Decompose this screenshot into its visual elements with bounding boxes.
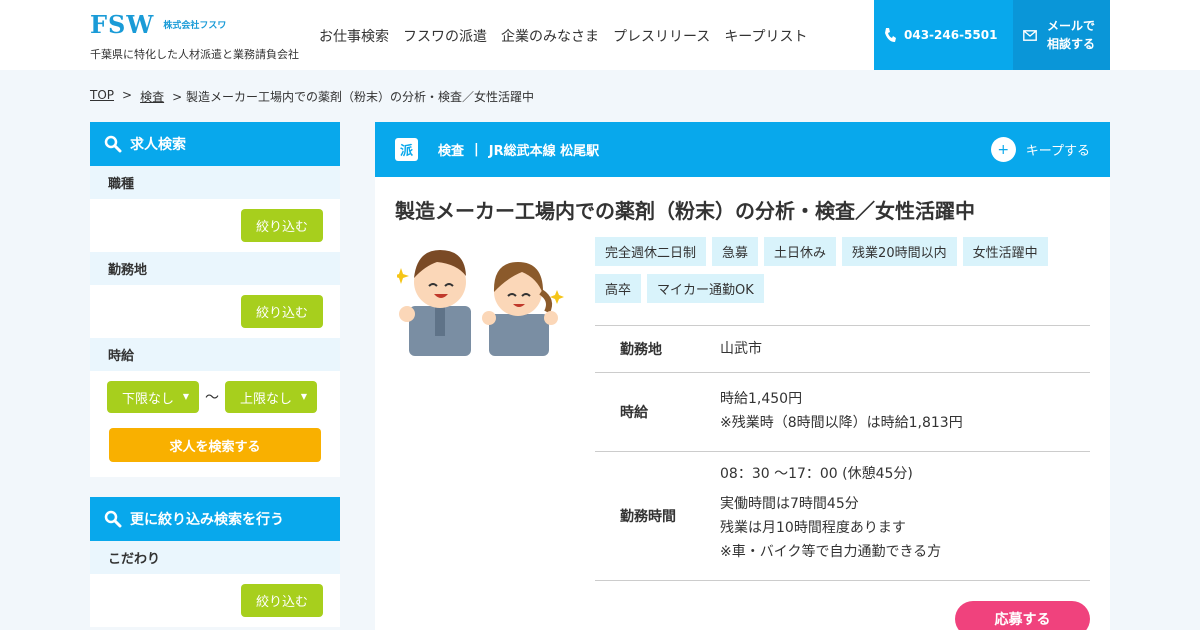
wage-min-value: 下限なし <box>122 391 175 407</box>
job-tags: 完全週休二日制 急募 土日休み 残業20時間以内 女性活躍中 高卒 マイカー通勤… <box>595 237 1065 303</box>
job-search-title: 求人検索 <box>130 137 186 153</box>
search-icon <box>104 510 122 528</box>
nav-fusuwa-haken[interactable]: フスワの派遣 <box>403 26 487 46</box>
logo-tagline: 千葉県に特化した人材派遣と業務請負会社 <box>90 48 299 61</box>
kodawari-row: 絞り込む <box>90 574 340 627</box>
info-row-location: 勤務地 山武市 <box>595 326 1090 373</box>
job-card: 派 検査 | JR総武本線 松尾駅 + キープする 製造メーカー工場内での薬剤（… <box>375 122 1110 630</box>
breadcrumb: TOP > 検査 > 製造メーカー工場内での薬剤（粉末）の分析・検査／女性活躍中 <box>90 88 534 105</box>
global-nav: お仕事検索 フスワの派遣 企業のみなさま プレスリリース キープリスト <box>319 26 807 46</box>
job-tag: 女性活躍中 <box>962 237 1048 266</box>
wage-min-select[interactable]: 下限なし ▼ <box>107 381 199 413</box>
job-type-narrow-button[interactable]: 絞り込む <box>241 209 323 242</box>
job-category: 検査 <box>438 144 465 159</box>
header-mail-line1: メールで <box>1047 19 1096 33</box>
info-key-location: 勤務地 <box>620 342 662 358</box>
logo[interactable]: FSW 株式会社フスワ <box>90 10 226 39</box>
hours-line: ※車・バイク等で自力通勤できる方 <box>720 544 942 560</box>
nav-keep-list[interactable]: キープリスト <box>724 26 807 46</box>
job-header-separator: | <box>474 142 479 157</box>
range-tilde: 〜 <box>205 390 219 406</box>
breadcrumb-category[interactable]: 検査 <box>140 88 164 105</box>
wage-label: 時給 <box>90 338 340 371</box>
job-search-panel: 求人検索 職種 絞り込む 勤務地 絞り込む 時給 下限なし ▼ 〜 上限なし ▼… <box>90 122 340 477</box>
nav-job-search[interactable]: お仕事検索 <box>319 26 389 46</box>
kodawari-narrow-button[interactable]: 絞り込む <box>241 584 323 617</box>
refine-search-title: 更に絞り込み検索を行う <box>130 512 284 528</box>
job-tag: 完全週休二日制 <box>595 237 707 266</box>
info-key-hours: 勤務時間 <box>620 509 676 525</box>
keep-label: キープする <box>1025 144 1090 159</box>
location-label: 勤務地 <box>90 252 340 285</box>
keep-button[interactable]: + キープする <box>990 137 1090 162</box>
job-tag: 土日休み <box>764 237 837 266</box>
header-tel-number: 043-246-5501 <box>904 28 998 42</box>
logo-mark: FSW <box>90 10 155 39</box>
breadcrumb-top[interactable]: TOP <box>90 88 114 105</box>
breadcrumb-current: > 製造メーカー工場内での薬剤（粉末）の分析・検査／女性活躍中 <box>172 90 534 104</box>
plus-icon: + <box>990 137 1016 162</box>
workers-illustration <box>397 250 564 356</box>
job-type-row: 絞り込む <box>90 199 340 252</box>
apply-button[interactable]: 応募する <box>955 601 1090 630</box>
info-row-wage: 時給 時給1,450円 ※残業時（8時間以降）は時給1,813円 <box>595 373 1090 452</box>
phone-icon <box>885 28 896 42</box>
info-key-wage: 時給 <box>620 405 648 421</box>
nav-press-release[interactable]: プレスリリース <box>613 26 710 46</box>
logo-company-name: 株式会社フスワ <box>163 21 227 31</box>
refine-search-panel: 更に絞り込み検索を行う こだわり 絞り込む <box>90 497 340 627</box>
site-header: FSW 株式会社フスワ 千葉県に特化した人材派遣と業務請負会社 お仕事検索 フス… <box>0 0 1200 70</box>
info-val-wage: 時給1,450円 ※残業時（8時間以降）は時給1,813円 <box>720 373 1090 451</box>
wage-max-value: 上限なし <box>240 391 293 407</box>
job-tag: マイカー通勤OK <box>647 274 764 303</box>
search-jobs-button[interactable]: 求人を検索する <box>109 428 321 462</box>
location-row: 絞り込む <box>90 285 340 338</box>
job-info-table: 勤務地 山武市 時給 時給1,450円 ※残業時（8時間以降）は時給1,813円… <box>595 325 1090 581</box>
search-icon <box>104 135 122 153</box>
info-row-hours: 勤務時間 08：30 〜17：00 (休憩45分) 実働時間は7時間45分 残業… <box>595 452 1090 581</box>
wage-line: ※残業時（8時間以降）は時給1,813円 <box>720 415 963 431</box>
job-title: 製造メーカー工場内での薬剤（粉末）の分析・検査／女性活躍中 <box>395 199 975 223</box>
header-mail-button[interactable]: メールで 相談する <box>1013 0 1110 70</box>
hours-line: 残業は月10時間程度あります <box>720 520 906 536</box>
location-narrow-button[interactable]: 絞り込む <box>241 295 323 328</box>
info-val-hours: 08：30 〜17：00 (休憩45分) 実働時間は7時間45分 残業は月10時… <box>720 452 1090 580</box>
nav-for-companies[interactable]: 企業のみなさま <box>501 26 599 46</box>
job-search-header: 求人検索 <box>90 122 340 166</box>
wage-line: 時給1,450円 <box>720 391 803 407</box>
info-val-location: 山武市 <box>720 341 762 357</box>
job-card-header: 派 検査 | JR総武本線 松尾駅 + キープする <box>375 122 1110 177</box>
mail-icon <box>1023 29 1037 41</box>
job-type-label: 職種 <box>90 166 340 199</box>
kodawari-label: こだわり <box>90 541 340 574</box>
breadcrumb-separator: > <box>122 88 133 102</box>
hours-line: 実働時間は7時間45分 <box>720 496 859 512</box>
wage-row: 下限なし ▼ 〜 上限なし ▼ 求人を検索する <box>90 371 340 477</box>
job-tag: 残業20時間以内 <box>842 237 957 266</box>
header-mail-line2: 相談する <box>1047 37 1096 51</box>
header-tel-button[interactable]: 043-246-5501 <box>874 0 1013 70</box>
job-tag: 高卒 <box>595 274 642 303</box>
wage-max-select[interactable]: 上限なし ▼ <box>225 381 317 413</box>
caret-down-icon: ▼ <box>300 392 307 401</box>
job-station: JR総武本線 松尾駅 <box>488 144 600 159</box>
hours-line: 08：30 〜17：00 (休憩45分) <box>720 466 913 482</box>
caret-down-icon: ▼ <box>182 392 189 401</box>
refine-search-header: 更に絞り込み検索を行う <box>90 497 340 541</box>
haken-badge: 派 <box>395 138 418 161</box>
job-tag: 急募 <box>712 237 759 266</box>
